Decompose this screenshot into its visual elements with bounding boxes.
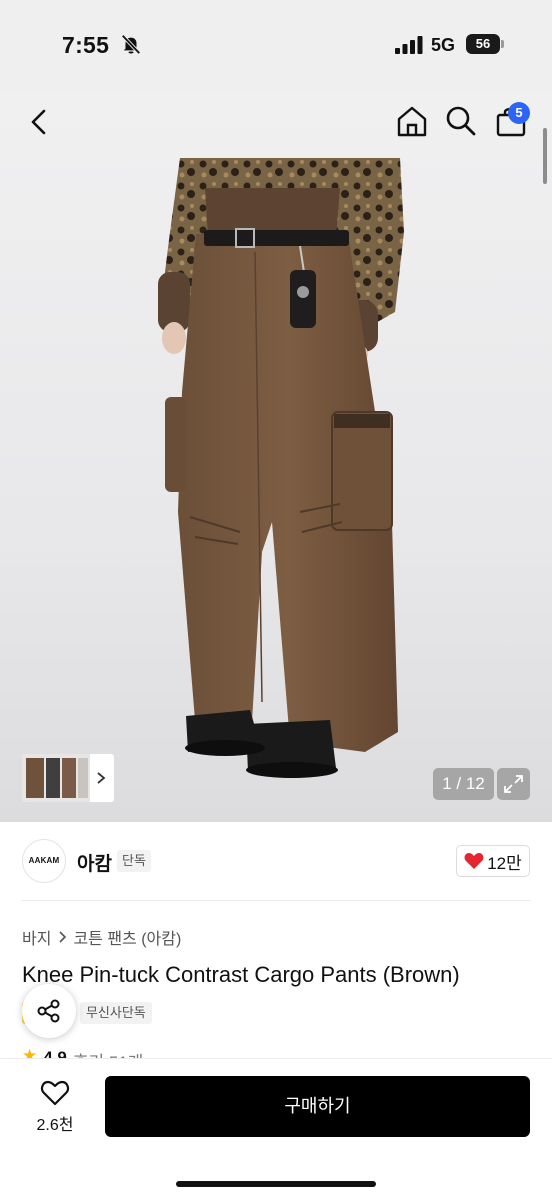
cart-count-badge: 5 xyxy=(508,102,530,124)
buy-button[interactable]: 구매하기 xyxy=(105,1076,530,1137)
heart-filled-icon xyxy=(464,853,484,869)
share-icon xyxy=(37,999,60,1023)
network-label: 5G xyxy=(431,35,456,55)
product-tag: 무신사단독 xyxy=(79,1002,152,1024)
status-time: 7:55 xyxy=(62,32,110,58)
heart-outline-icon[interactable] xyxy=(40,1080,70,1106)
share-button[interactable] xyxy=(22,984,76,1038)
breadcrumb: 바지 코튼 팬츠 (아캄) xyxy=(22,925,181,949)
chevron-right-icon[interactable] xyxy=(94,770,108,786)
scrollbar[interactable] xyxy=(543,128,547,184)
product-image[interactable] xyxy=(0,92,552,822)
product-photo xyxy=(158,158,404,778)
breadcrumb-category[interactable]: 바지 xyxy=(22,925,51,949)
bell-off-icon xyxy=(121,34,141,55)
battery-icon: 56 xyxy=(466,34,504,54)
status-bar: 7:55 5G 56 xyxy=(0,0,552,92)
exclusive-badge: 단독 xyxy=(117,850,151,872)
breadcrumb-subcategory[interactable]: 코튼 팬츠 (아캄) xyxy=(73,925,181,949)
battery-level: 56 xyxy=(466,34,500,54)
expand-icon[interactable] xyxy=(497,768,530,800)
brand-like-button[interactable]: 12만 xyxy=(456,845,530,877)
home-indicator xyxy=(176,1181,376,1187)
signal-icon xyxy=(395,36,423,54)
thumbnail-image xyxy=(22,754,90,802)
home-icon[interactable] xyxy=(394,103,430,139)
divider xyxy=(22,900,530,901)
wish-count: 2.6천 xyxy=(36,1117,74,1134)
product-title: Knee Pin-tuck Contrast Cargo Pants (Brow… xyxy=(22,962,460,987)
image-counter: 1 / 12 xyxy=(433,768,494,800)
search-icon[interactable] xyxy=(444,104,478,138)
brand-logo[interactable]: AAKAM xyxy=(22,839,66,883)
back-icon[interactable] xyxy=(22,105,56,139)
chevron-right-icon xyxy=(59,931,67,943)
like-count: 12만 xyxy=(487,853,522,873)
brand-name[interactable]: 아캄 xyxy=(77,849,112,876)
